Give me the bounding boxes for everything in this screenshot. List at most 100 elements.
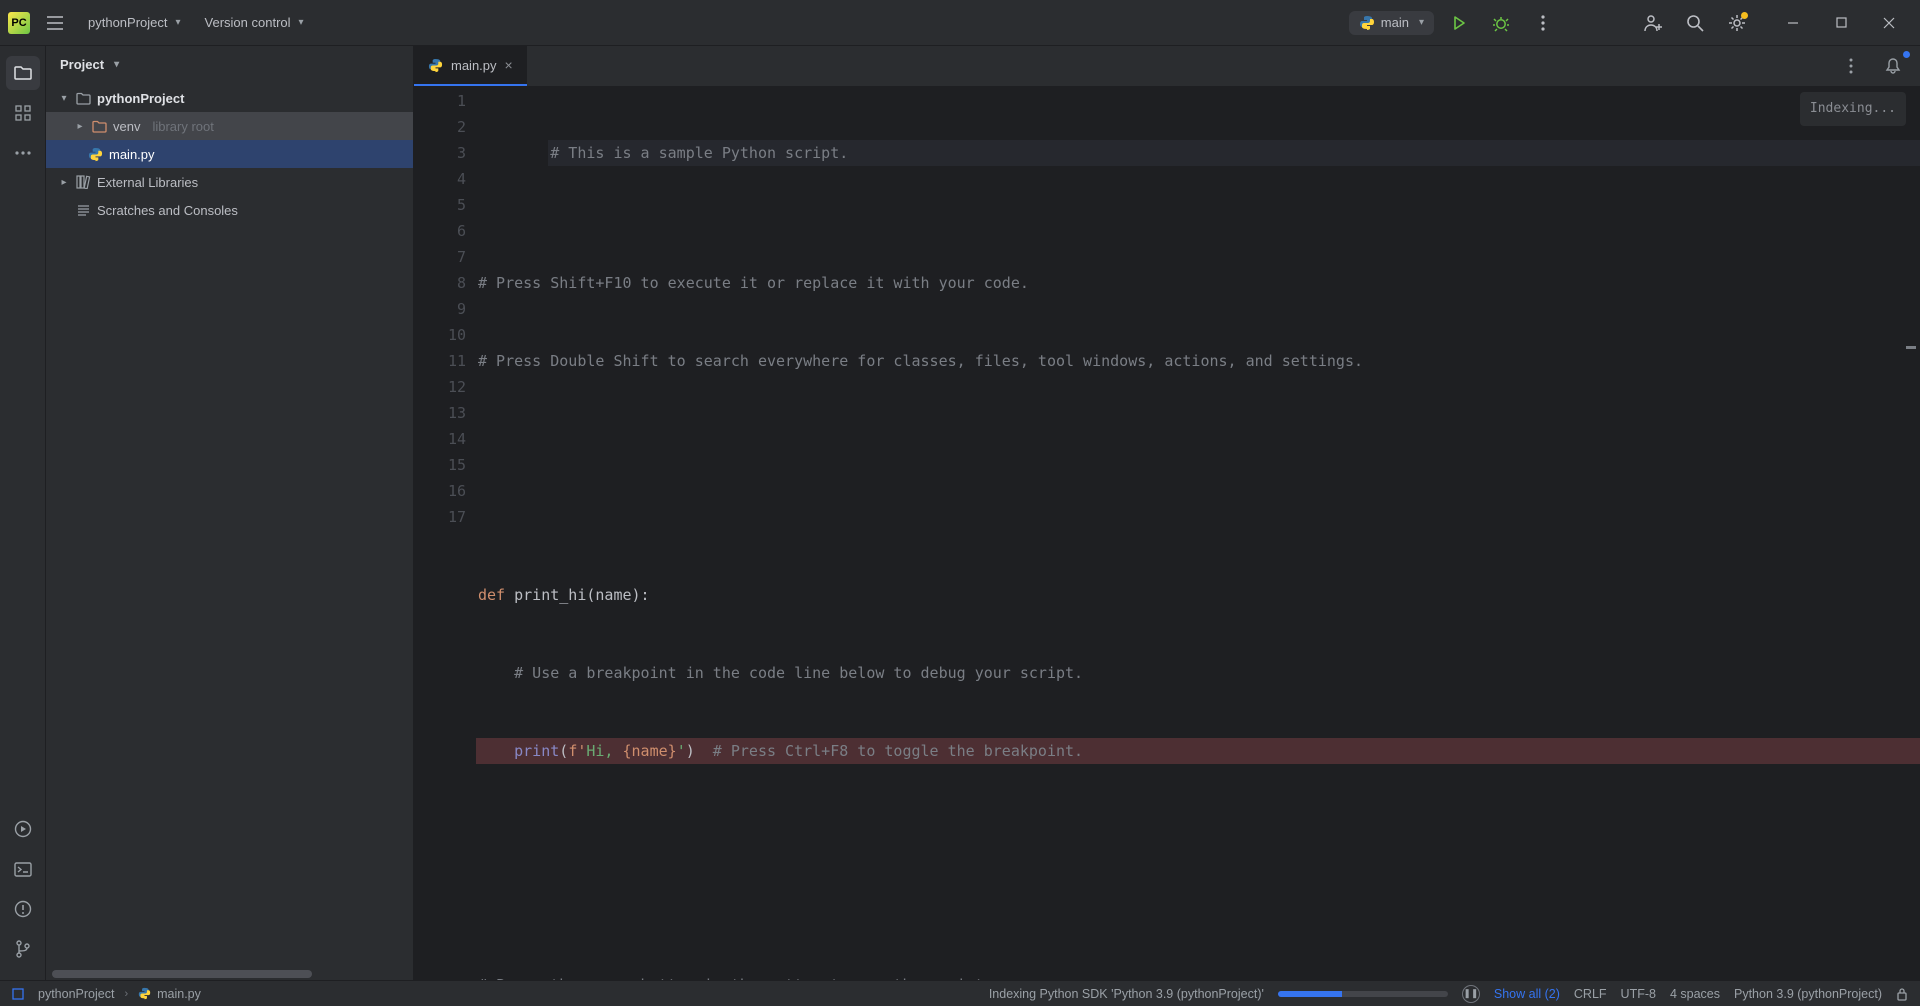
project-tree: ▾ pythonProject ▸ venv library root main…: [46, 82, 413, 970]
line-separator-widget[interactable]: CRLF: [1574, 987, 1607, 1001]
run-configuration-selector[interactable]: main ▾: [1349, 11, 1434, 35]
code-fn: print_hi(name):: [514, 586, 649, 604]
editor-body[interactable]: 1234 5678 9 10111213 14151617 Indexing..…: [414, 86, 1920, 980]
chevron-down-icon: ▾: [114, 59, 119, 70]
show-all-tasks-link[interactable]: Show all (2): [1494, 987, 1560, 1001]
project-panel-header[interactable]: Project ▾: [46, 46, 413, 82]
structure-icon: [15, 105, 31, 121]
code-line: # Use a breakpoint in the code line belo…: [478, 664, 1083, 682]
code-content[interactable]: Indexing... # This is a sample Python sc…: [476, 86, 1920, 980]
breakpoint-marker[interactable]: 9: [414, 296, 466, 322]
project-tool-button[interactable]: [6, 56, 40, 90]
readonly-toggle[interactable]: [1896, 987, 1908, 1001]
tree-venv-label: venv: [113, 119, 140, 134]
tree-node-root[interactable]: ▾ pythonProject: [46, 84, 413, 112]
chevron-right-icon: ▸: [58, 177, 70, 188]
python-icon: [1359, 15, 1375, 31]
debug-button[interactable]: [1484, 6, 1518, 40]
tree-node-venv[interactable]: ▸ venv library root: [46, 112, 413, 140]
run-button[interactable]: [1442, 6, 1476, 40]
project-name: pythonProject: [88, 15, 168, 30]
play-circle-icon: [14, 820, 32, 838]
close-window-button[interactable]: [1866, 6, 1912, 40]
breadcrumb[interactable]: pythonProject › main.py: [38, 987, 201, 1001]
bug-icon: [1492, 14, 1510, 32]
editor-gutter[interactable]: 1234 5678 9 10111213 14151617: [414, 86, 476, 980]
indexing-badge: Indexing...: [1800, 92, 1906, 126]
editor-tab-main[interactable]: main.py ×: [414, 46, 527, 86]
problems-tool-button[interactable]: [6, 892, 40, 926]
vcs-tool-button[interactable]: [6, 932, 40, 966]
indexing-progress-bar[interactable]: [1278, 991, 1448, 997]
terminal-icon: [14, 862, 32, 877]
python-packages-tool-button[interactable]: [6, 812, 40, 846]
main-menu-button[interactable]: [38, 6, 72, 40]
minimize-button[interactable]: [1770, 6, 1816, 40]
editor-overview-mark[interactable]: [1906, 346, 1916, 349]
pause-indexing-button[interactable]: ❚❚: [1462, 985, 1480, 1003]
project-panel-title: Project: [60, 57, 104, 72]
project-panel: Project ▾ ▾ pythonProject ▸ venv library…: [46, 46, 414, 980]
close-tab-button[interactable]: ×: [505, 57, 513, 73]
window-controls: [1770, 6, 1912, 40]
hamburger-icon: [46, 16, 64, 30]
settings-button[interactable]: [1720, 6, 1754, 40]
pycharm-logo-icon: PC: [8, 12, 30, 34]
titlebar: PC pythonProject ▾ Version control ▾ mai…: [0, 0, 1920, 46]
vcs-label: Version control: [205, 15, 291, 30]
python-file-icon: [138, 987, 151, 1000]
editor-area: main.py × 1234 5678 9 10111213 14151617: [414, 46, 1920, 980]
structure-tool-button[interactable]: [6, 96, 40, 130]
maximize-button[interactable]: [1818, 6, 1864, 40]
lock-icon: [1896, 987, 1908, 1001]
play-icon: [1451, 15, 1467, 31]
more-tool-button[interactable]: [6, 136, 40, 170]
gear-icon: [1727, 13, 1747, 33]
folder-icon: [92, 120, 107, 133]
notifications-button[interactable]: [1876, 49, 1910, 83]
code-line: # This is a sample Python script.: [550, 144, 848, 162]
more-vertical-icon: [1849, 58, 1853, 74]
project-hscrollbar[interactable]: [46, 970, 413, 980]
code-with-me-button[interactable]: [1636, 6, 1670, 40]
vcs-dropdown[interactable]: Version control ▾: [197, 9, 312, 36]
status-bar: pythonProject › main.py Indexing Python …: [0, 980, 1920, 1006]
code-line: # Press the green button in the gutter t…: [478, 976, 993, 980]
warning-circle-icon: [14, 900, 32, 918]
code-kw: def: [478, 586, 514, 604]
tab-more-button[interactable]: [1834, 49, 1868, 83]
breadcrumb-project: pythonProject: [38, 987, 114, 1001]
main-layout: Project ▾ ▾ pythonProject ▸ venv library…: [0, 46, 1920, 980]
close-icon: [1883, 17, 1895, 29]
editor-tabbar: main.py ×: [414, 46, 1920, 86]
more-vertical-icon: [1541, 15, 1545, 31]
tree-node-main-file[interactable]: main.py: [46, 140, 413, 168]
scratches-icon: [76, 204, 91, 217]
folder-icon: [76, 92, 91, 105]
tree-root-label: pythonProject: [97, 91, 184, 106]
terminal-tool-button[interactable]: [6, 852, 40, 886]
search-icon: [1686, 14, 1704, 32]
user-add-icon: [1643, 14, 1663, 32]
more-actions-button[interactable]: [1526, 6, 1560, 40]
tree-scratches-label: Scratches and Consoles: [97, 203, 238, 218]
chevron-down-icon: ▾: [299, 17, 304, 28]
project-dropdown[interactable]: pythonProject ▾: [80, 9, 189, 36]
tree-extlib-label: External Libraries: [97, 175, 198, 190]
chevron-down-icon: ▾: [176, 17, 181, 28]
run-config-name: main: [1381, 15, 1409, 30]
python-file-icon: [428, 58, 443, 73]
indent-widget[interactable]: 4 spaces: [1670, 987, 1720, 1001]
bell-icon: [1885, 57, 1901, 75]
encoding-widget[interactable]: UTF-8: [1621, 987, 1656, 1001]
chevron-down-icon: ▾: [1419, 17, 1424, 28]
tree-node-scratches[interactable]: Scratches and Consoles: [46, 196, 413, 224]
code-line: # Press Shift+F10 to execute it or repla…: [478, 274, 1029, 292]
interpreter-widget[interactable]: Python 3.9 (pythonProject): [1734, 987, 1882, 1001]
tree-main-label: main.py: [109, 147, 155, 162]
breadcrumb-file: main.py: [157, 987, 201, 1001]
tree-venv-hint: library root: [152, 119, 213, 134]
tree-node-external-libraries[interactable]: ▸ External Libraries: [46, 168, 413, 196]
indexing-status-text: Indexing Python SDK 'Python 3.9 (pythonP…: [989, 987, 1264, 1001]
search-everywhere-button[interactable]: [1678, 6, 1712, 40]
